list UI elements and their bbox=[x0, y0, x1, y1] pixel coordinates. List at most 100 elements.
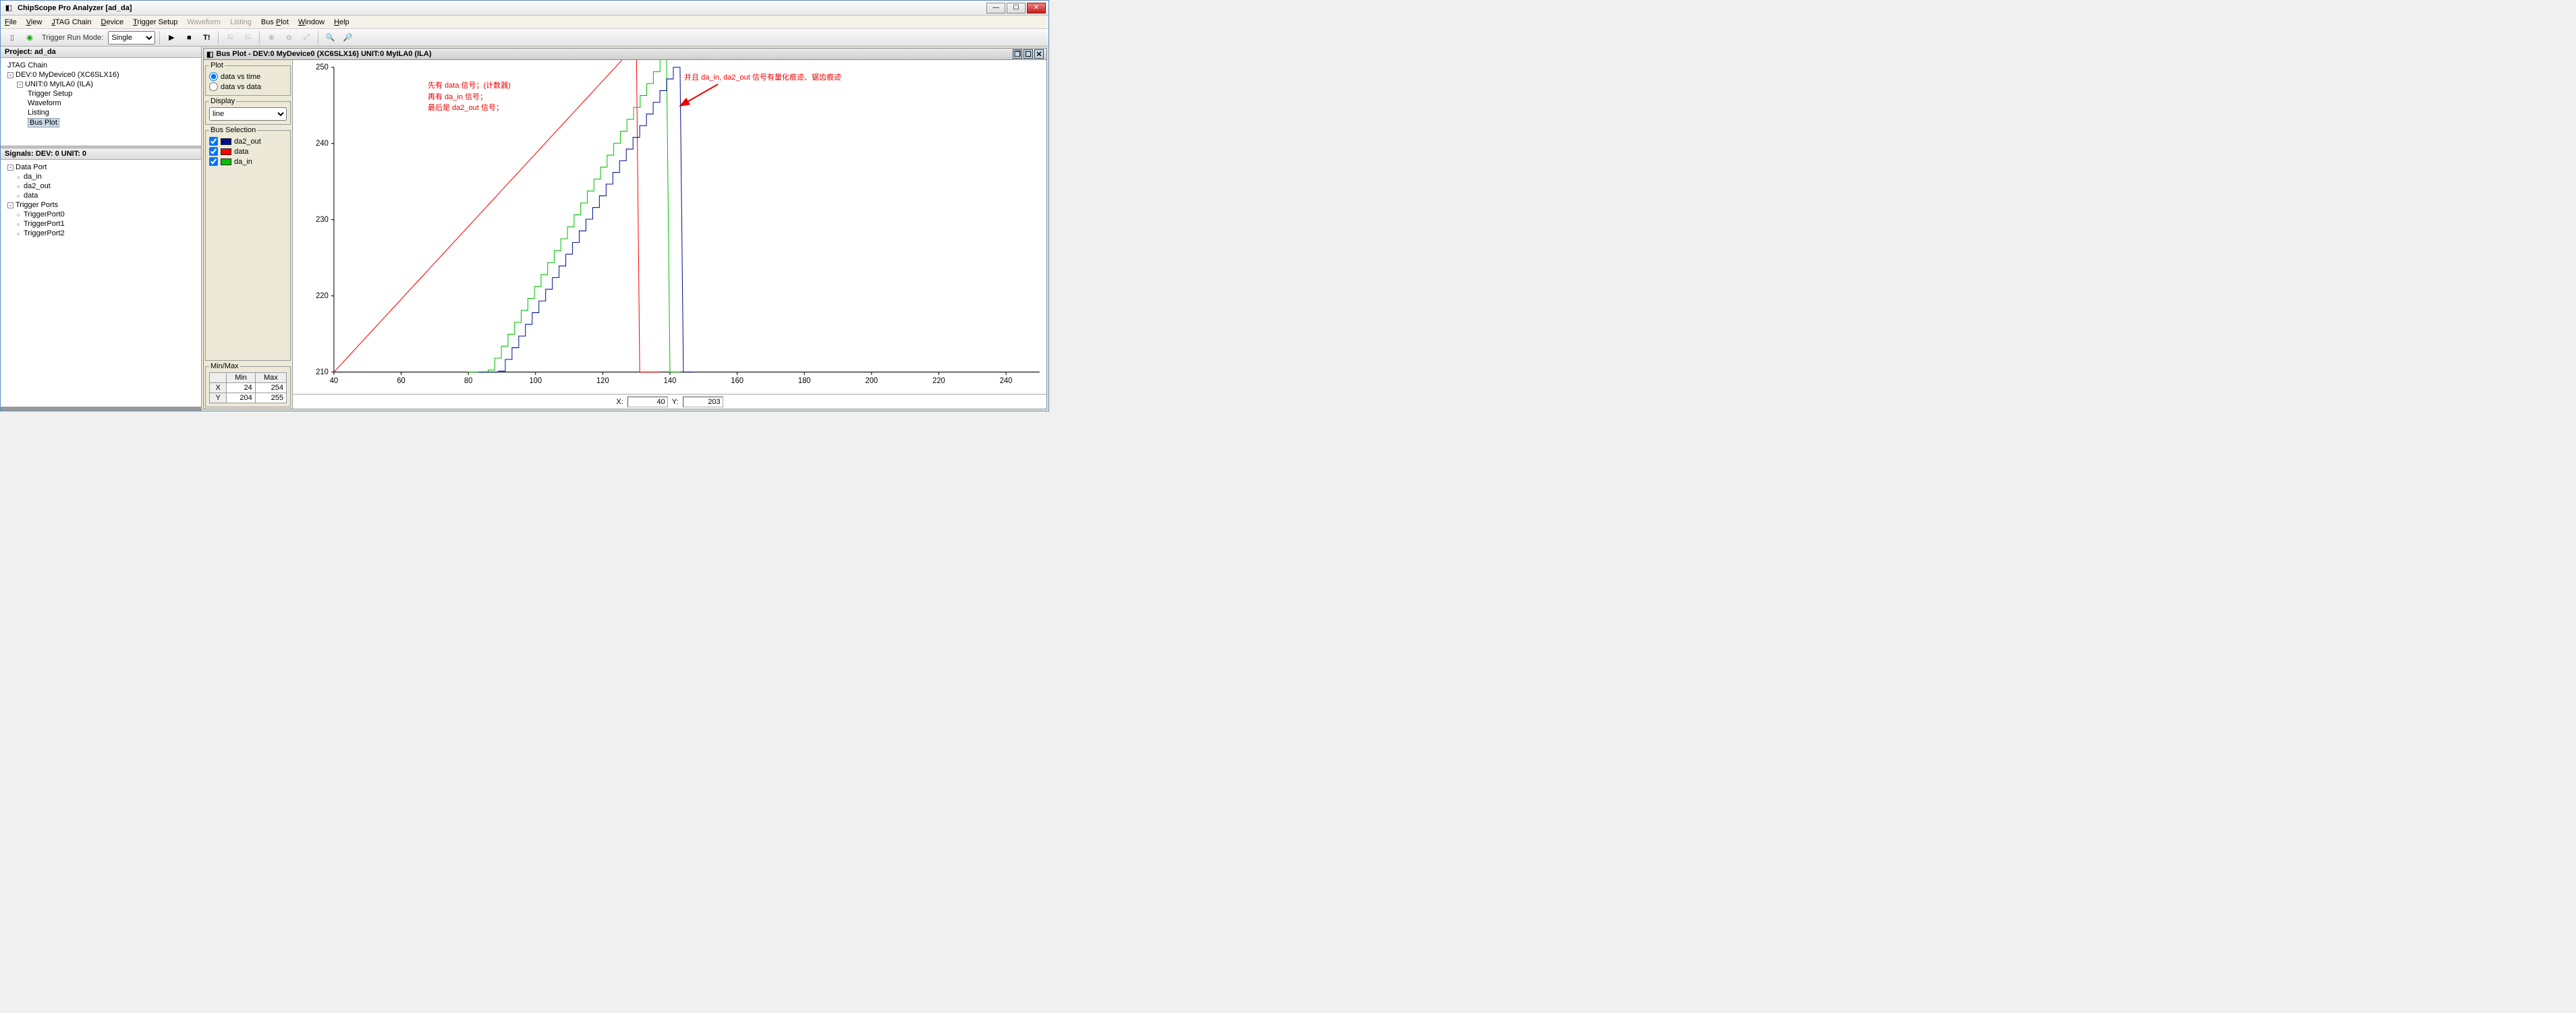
project-panel-title: Project: ad_da bbox=[1, 47, 201, 58]
plot-group-label: Plot bbox=[209, 61, 225, 69]
content: Project: ad_da JTAG Chain -DEV:0 MyDevic… bbox=[1, 47, 1048, 411]
trigger-now-icon[interactable]: T! bbox=[199, 30, 214, 45]
signal-da2-out[interactable]: da2_out bbox=[5, 181, 197, 191]
maximize-button[interactable]: ☐ bbox=[1007, 3, 1026, 13]
zoom-out-icon[interactable]: ⊖ bbox=[281, 30, 296, 45]
menu-waveform[interactable]: Waveform bbox=[187, 18, 221, 26]
svg-text:200: 200 bbox=[866, 377, 878, 385]
cursor-y-value[interactable] bbox=[683, 397, 723, 407]
min-header: Min bbox=[227, 373, 255, 383]
menu-trigger[interactable]: Trigger Setup bbox=[133, 18, 177, 26]
max-header: Max bbox=[255, 373, 286, 383]
plot-footer: X: Y: bbox=[293, 394, 1046, 409]
tree-trigger-ports[interactable]: -Trigger Ports bbox=[5, 200, 197, 210]
expand-icon[interactable]: - bbox=[7, 202, 13, 208]
svg-text:230: 230 bbox=[316, 216, 329, 224]
svg-text:240: 240 bbox=[1000, 377, 1013, 385]
tree-waveform[interactable]: Waveform bbox=[5, 98, 197, 108]
cursor-y-label: Y: bbox=[672, 398, 679, 406]
close-button[interactable]: ✕ bbox=[1027, 3, 1046, 13]
tool-b-icon[interactable]: ⎌ bbox=[240, 30, 255, 45]
trigger-run-mode-select[interactable]: Single bbox=[108, 31, 155, 45]
y-min-cell[interactable]: 204 bbox=[227, 393, 255, 403]
bus-data[interactable]: data bbox=[209, 146, 287, 156]
tree-trigger-setup[interactable]: Trigger Setup bbox=[5, 89, 197, 98]
titlebar[interactable]: ◧ ChipScope Pro Analyzer [ad_da] — ☐ ✕ bbox=[1, 1, 1048, 16]
menu-busplot[interactable]: Bus Plot bbox=[261, 18, 289, 26]
plot-canvas[interactable]: 210220230240250 406080100120140160180200… bbox=[293, 60, 1046, 394]
zoom-fit-icon[interactable]: ⤢ bbox=[299, 30, 314, 45]
tree-jtag-chain[interactable]: JTAG Chain bbox=[5, 61, 197, 70]
bus-da-in[interactable]: da_in bbox=[209, 156, 287, 167]
expand-icon[interactable]: - bbox=[7, 72, 13, 78]
stop-icon[interactable]: ■ bbox=[181, 30, 196, 45]
svg-text:250: 250 bbox=[316, 63, 329, 71]
radio-data-vs-data[interactable]: data vs data bbox=[209, 82, 287, 92]
svg-text:160: 160 bbox=[731, 377, 744, 385]
run-icon[interactable]: ◉ bbox=[22, 30, 37, 45]
display-select[interactable]: line bbox=[209, 107, 287, 121]
display-group: Display line bbox=[205, 97, 291, 125]
search-fwd-icon[interactable]: 🔎 bbox=[340, 30, 355, 45]
menu-jtag[interactable]: JTAG Chain bbox=[51, 18, 91, 26]
status-strip bbox=[1, 407, 201, 411]
svg-text:180: 180 bbox=[798, 377, 811, 385]
tool-a-icon[interactable]: ⎌ bbox=[223, 30, 237, 45]
svg-text:60: 60 bbox=[397, 377, 405, 385]
y-max-cell[interactable]: 255 bbox=[255, 393, 286, 403]
tree-unit[interactable]: -UNIT:0 MyILA0 (ILA) bbox=[5, 80, 197, 89]
trigger-port-2[interactable]: TriggerPort2 bbox=[5, 229, 197, 238]
svg-text:210: 210 bbox=[316, 368, 329, 376]
trigger-run-mode-label: Trigger Run Mode: bbox=[42, 34, 103, 42]
plot-area: 210220230240250 406080100120140160180200… bbox=[293, 60, 1046, 409]
right-column: ◧ Bus Plot - DEV:0 MyDevice0 (XC6SLX16) … bbox=[202, 47, 1048, 411]
svg-text:100: 100 bbox=[529, 377, 542, 385]
radio-data-vs-time[interactable]: data vs time bbox=[209, 71, 287, 82]
tree-listing[interactable]: Listing bbox=[5, 108, 197, 117]
signal-data[interactable]: data bbox=[5, 191, 197, 200]
tree-data-port[interactable]: -Data Port bbox=[5, 163, 197, 172]
annotation-right: 并且 da_in, da2_out 信号有量化痕迹、锯齿痕迹 bbox=[684, 69, 841, 84]
y-row-label: Y bbox=[210, 393, 227, 403]
x-max-cell[interactable]: 254 bbox=[255, 383, 286, 393]
menu-device[interactable]: Device bbox=[101, 18, 124, 26]
minimize-button[interactable]: — bbox=[986, 3, 1005, 13]
trigger-port-1[interactable]: TriggerPort1 bbox=[5, 219, 197, 229]
signal-da-in[interactable]: da_in bbox=[5, 172, 197, 181]
play-icon[interactable]: ▶ bbox=[164, 30, 179, 45]
expand-icon[interactable]: - bbox=[17, 82, 23, 88]
open-icon[interactable]: ▯ bbox=[5, 30, 20, 45]
menu-view[interactable]: View bbox=[26, 18, 43, 26]
signals-tree[interactable]: -Data Port da_in da2_out data -Trigger P… bbox=[1, 160, 201, 407]
x-min-cell[interactable]: 24 bbox=[227, 383, 255, 393]
menu-help[interactable]: Help bbox=[334, 18, 349, 26]
plot-svg: 210220230240250 406080100120140160180200… bbox=[293, 60, 1046, 394]
menu-file[interactable]: File bbox=[5, 18, 17, 26]
svg-text:140: 140 bbox=[664, 377, 677, 385]
svg-text:40: 40 bbox=[330, 377, 338, 385]
expand-icon[interactable]: - bbox=[7, 165, 13, 171]
arrow-icon bbox=[677, 83, 725, 110]
menu-listing[interactable]: Listing bbox=[230, 18, 252, 26]
zoom-in-icon[interactable]: ⊕ bbox=[264, 30, 279, 45]
left-column: Project: ad_da JTAG Chain -DEV:0 MyDevic… bbox=[1, 47, 202, 411]
annotation-left: 先有 data 信号；(计数器) 再有 da_in 信号； 最后是 da2_ou… bbox=[428, 80, 511, 114]
menu-window[interactable]: Window bbox=[298, 18, 325, 26]
svg-text:120: 120 bbox=[596, 377, 609, 385]
tree-device[interactable]: -DEV:0 MyDevice0 (XC6SLX16) bbox=[5, 70, 197, 80]
inner-max-icon[interactable]: ☐ bbox=[1024, 49, 1033, 59]
busplot-titlebar[interactable]: ◧ Bus Plot - DEV:0 MyDevice0 (XC6SLX16) … bbox=[203, 48, 1047, 60]
inner-restore-icon[interactable]: ❐ bbox=[1013, 49, 1022, 59]
svg-text:80: 80 bbox=[464, 377, 472, 385]
project-tree[interactable]: JTAG Chain -DEV:0 MyDevice0 (XC6SLX16) -… bbox=[1, 58, 201, 146]
bus-da2-out[interactable]: da2_out bbox=[209, 136, 287, 146]
inner-close-icon[interactable]: ✕ bbox=[1034, 49, 1044, 59]
display-group-label: Display bbox=[209, 97, 236, 105]
plot-group: Plot data vs time data vs data bbox=[205, 61, 291, 96]
trigger-port-0[interactable]: TriggerPort0 bbox=[5, 210, 197, 219]
bus-selection-group: Bus Selection da2_out data da_in bbox=[205, 126, 291, 361]
cursor-x-value[interactable] bbox=[627, 397, 668, 407]
tree-busplot[interactable]: Bus Plot bbox=[5, 117, 197, 128]
window-title: ChipScope Pro Analyzer [ad_da] bbox=[18, 4, 986, 12]
search-back-icon[interactable]: 🔍 bbox=[323, 30, 337, 45]
